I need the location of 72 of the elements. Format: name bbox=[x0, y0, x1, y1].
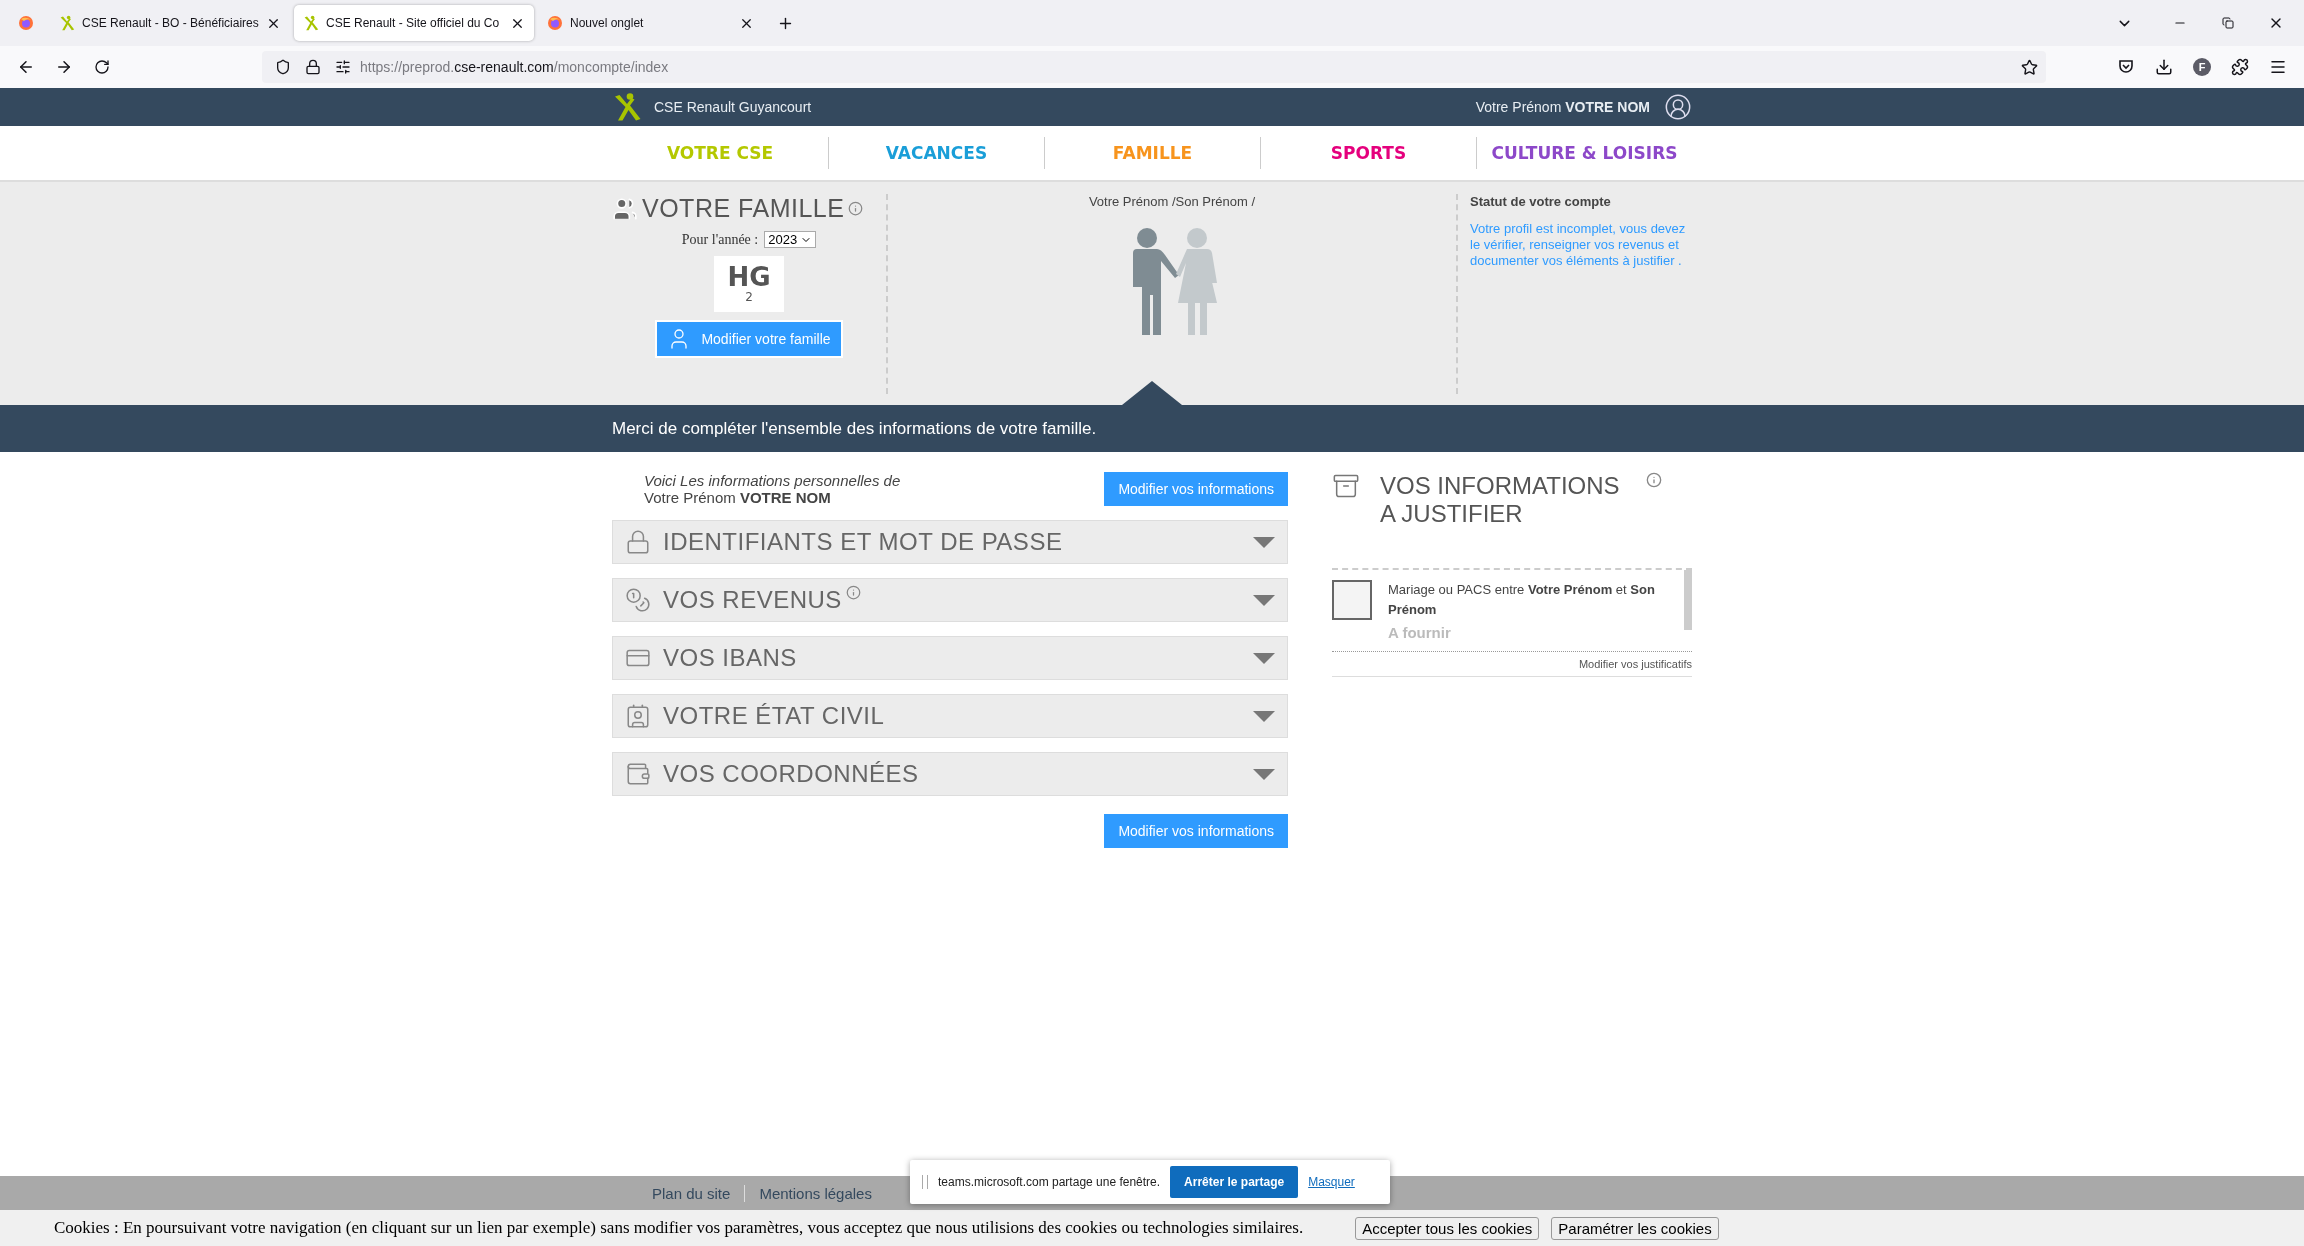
edit-family-button[interactable]: Modifier votre famille bbox=[655, 320, 843, 358]
profile-avatar[interactable]: F bbox=[2193, 58, 2211, 76]
site-logo-icon bbox=[59, 15, 75, 31]
id-card-icon bbox=[625, 703, 651, 729]
site-name: CSE Renault Guyancourt bbox=[654, 99, 812, 115]
lock-icon bbox=[625, 529, 651, 555]
download-icon[interactable] bbox=[2155, 58, 2173, 76]
justify-title: VOS INFORMATIONS bbox=[1380, 472, 1621, 500]
edit-documents-link[interactable]: Modifier vos justificatifs bbox=[1578, 652, 1692, 676]
document-thumbnail bbox=[1332, 580, 1372, 620]
accordion-header[interactable]: VOTRE ÉTAT CIVIL bbox=[612, 694, 1288, 738]
pocket-icon[interactable] bbox=[2117, 58, 2135, 76]
extensions-icon[interactable] bbox=[2231, 58, 2249, 76]
document-description: Mariage ou PACS entre Votre Prénom et Son Prénom bbox=[1388, 581, 1656, 619]
browser-tab[interactable]: CSE Renault - BO - Bénéficiaires bbox=[50, 5, 290, 41]
firefox-icon bbox=[547, 15, 563, 31]
browser-tab[interactable]: CSE Renault - Site officiel du Co bbox=[294, 5, 534, 41]
shield-icon[interactable] bbox=[275, 59, 291, 75]
user-name: Votre Prénom VOTRE NOM bbox=[1475, 99, 1650, 115]
family-title: VOTRE FAMILLE bbox=[642, 194, 845, 223]
accordion-header[interactable]: VOS REVENUS bbox=[612, 578, 1288, 622]
wallet-icon bbox=[625, 761, 651, 787]
back-icon[interactable] bbox=[17, 58, 35, 76]
nav-link[interactable]: CULTURE & LOISIRS bbox=[1491, 143, 1678, 163]
banner-message: Merci de compléter l'ensemble des informations de votre famille. bbox=[612, 417, 1098, 440]
stop-sharing-button[interactable]: Arrêter le partage bbox=[1170, 1166, 1299, 1198]
family-icon bbox=[612, 195, 638, 222]
archive-icon bbox=[1332, 472, 1360, 500]
restore-icon[interactable] bbox=[2222, 17, 2234, 29]
family-count: 2 bbox=[745, 290, 753, 304]
cookie-settings-button[interactable]: Paramétrer les cookies bbox=[1551, 1216, 1719, 1240]
nav-link[interactable]: SPORTS bbox=[1330, 143, 1407, 163]
user-account-icon[interactable] bbox=[1664, 93, 1692, 121]
url-text[interactable]: https://preprod.cse-renault.com/moncompte/index bbox=[360, 59, 669, 75]
cookie-notice: Cookies : En poursuivant votre navigation (en cliquant sur un lien par exemple) sans modifier vos paramètres, vous acceptez que nous utilisions des cookies ou technologies similaires. bbox=[54, 1218, 1304, 1238]
accept-cookies-button[interactable]: Accepter tous les cookies bbox=[1355, 1216, 1540, 1240]
accordion-header[interactable]: IDENTIFIANTS ET MOT DE PASSE bbox=[612, 520, 1288, 564]
edit-info-button[interactable]: Modifier vos informations bbox=[1104, 472, 1288, 506]
drag-handle[interactable] bbox=[922, 1175, 928, 1189]
footer-link[interactable]: Mentions légales bbox=[744, 1184, 886, 1202]
family-members: Votre Prénom /Son Prénom / bbox=[1088, 194, 1256, 209]
info-icon[interactable] bbox=[848, 201, 864, 216]
browser-tab[interactable]: Nouvel onglet bbox=[538, 5, 763, 41]
footer-link[interactable]: Plan du site bbox=[638, 1184, 745, 1202]
info-icon[interactable] bbox=[1646, 472, 1662, 488]
intro-text: Voici Les informations personnelles de bbox=[644, 472, 901, 489]
accordion-header[interactable]: VOS COORDONNÉES bbox=[612, 752, 1288, 796]
year-label: Pour l'année : bbox=[681, 231, 759, 248]
document-status: A fournir bbox=[1388, 624, 1452, 641]
edit-info-button[interactable]: Modifier vos informations bbox=[1104, 814, 1288, 848]
accordion-header[interactable]: VOS IBANS bbox=[612, 636, 1288, 680]
person-name: Votre Prénom VOTRE NOM bbox=[644, 489, 832, 506]
status-message[interactable]: Votre profil est incomplet, vous devez le vérifier, renseigner vos revenus et documenter vos éléments à justifier . bbox=[1470, 221, 1692, 269]
permissions-icon[interactable] bbox=[335, 59, 351, 75]
nav-link[interactable]: VACANCES bbox=[885, 143, 988, 163]
justify-title: A JUSTIFIER bbox=[1380, 500, 1524, 528]
sharing-message: teams.microsoft.com partage une fenêtre. bbox=[938, 1175, 1161, 1189]
menu-icon[interactable] bbox=[2269, 58, 2287, 76]
lock-icon[interactable] bbox=[305, 59, 321, 75]
site-logo-icon bbox=[303, 15, 319, 31]
info-icon[interactable] bbox=[845, 585, 861, 600]
family-code: HG bbox=[727, 264, 771, 290]
site-logo-icon[interactable] bbox=[612, 92, 642, 122]
reload-icon[interactable] bbox=[94, 59, 110, 75]
hide-link[interactable]: Masquer bbox=[1308, 1175, 1355, 1189]
scrollbar[interactable] bbox=[1684, 570, 1692, 630]
firefox-icon[interactable] bbox=[18, 15, 34, 31]
coins-icon bbox=[625, 587, 651, 613]
bookmark-star-icon[interactable] bbox=[2021, 58, 2038, 76]
status-title: Statut de votre compte bbox=[1470, 194, 1612, 209]
year-select[interactable]: 2023 bbox=[764, 231, 817, 248]
forward-icon[interactable] bbox=[55, 58, 73, 76]
